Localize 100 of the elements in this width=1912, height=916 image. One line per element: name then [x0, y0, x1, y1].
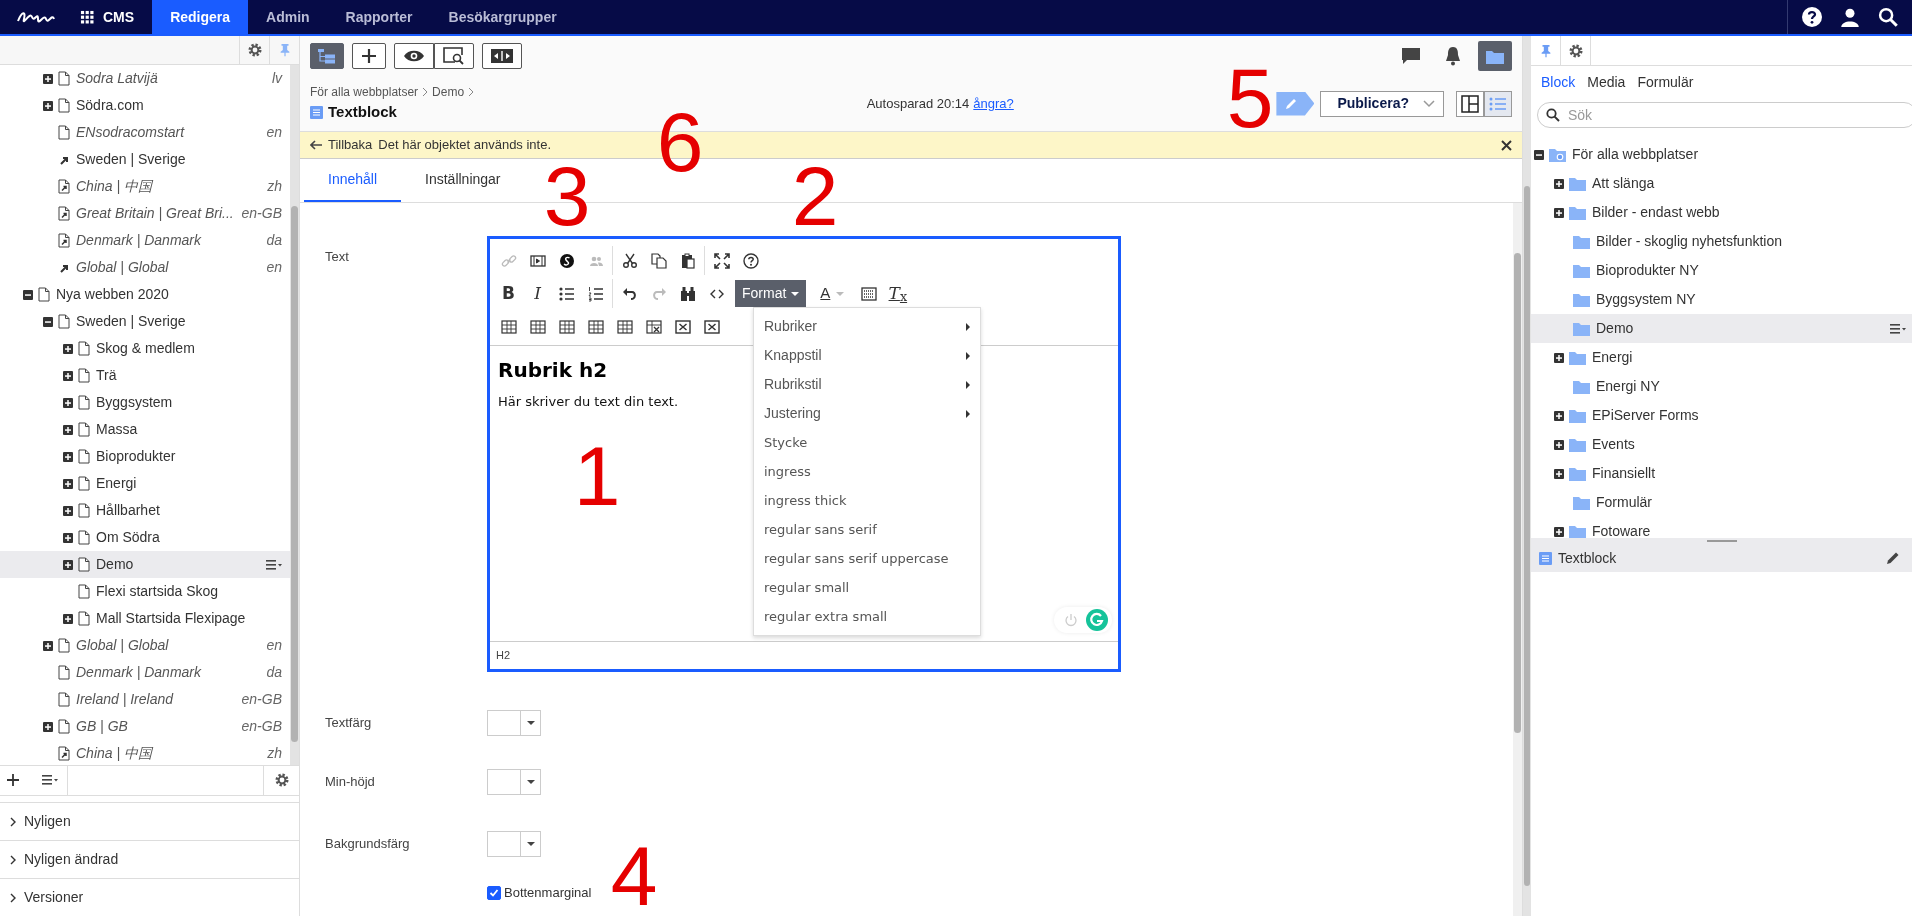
tree-item[interactable]: Denmark | Danmark da [0, 659, 290, 687]
tree-item[interactable]: Hållbarhet [0, 497, 290, 525]
nav-tab[interactable]: Rapporter [327, 0, 431, 34]
menu-item[interactable]: regular sans serif uppercase [754, 544, 980, 573]
expand-icon[interactable] [1553, 525, 1565, 538]
scrollbar[interactable] [1523, 36, 1531, 916]
expand-icon[interactable] [62, 504, 74, 517]
tree-item[interactable]: Trä [0, 362, 290, 390]
color-dropdown[interactable] [487, 769, 541, 795]
tree-item[interactable]: Bioprodukter [0, 443, 290, 471]
expand-icon[interactable] [1553, 438, 1565, 451]
tree-item[interactable]: Demo [1531, 314, 1912, 343]
checkbox[interactable]: Bottenmarginal [487, 883, 592, 903]
color-dropdown[interactable] [487, 831, 541, 857]
menu-item[interactable]: Stycke [754, 428, 980, 457]
panel-tab[interactable]: Media [1587, 71, 1626, 93]
tree-item[interactable]: Byggsystem [0, 389, 290, 417]
tree-toggle-button[interactable] [310, 43, 344, 69]
scrollbar[interactable] [1513, 203, 1522, 916]
splitter-handle[interactable] [1706, 540, 1737, 542]
expand-icon[interactable] [42, 99, 54, 112]
nav-tab[interactable]: Besökargrupper [430, 0, 575, 34]
tree-item[interactable]: Demo [0, 551, 290, 579]
menu-item[interactable]: Knappstil [754, 341, 980, 370]
bold-button[interactable]: B [494, 280, 523, 307]
expand-icon[interactable] [62, 477, 74, 490]
nav-tab[interactable]: Redigera [152, 0, 249, 34]
tree-item[interactable]: Bioprodukter NY [1531, 256, 1912, 285]
menu-item[interactable]: ingress thick [754, 486, 980, 515]
expand-icon[interactable] [42, 72, 54, 85]
tree-item[interactable]: Sodra Latvijä lv [0, 65, 290, 93]
expand-icon[interactable] [62, 396, 74, 409]
tree-item[interactable]: Flexi startsida Skog [0, 578, 290, 606]
add-button[interactable] [352, 43, 386, 69]
tree-item[interactable]: Att slänga [1531, 169, 1912, 198]
text-color-button[interactable]: A [810, 280, 855, 307]
tree-item[interactable]: Södra.com [0, 92, 290, 120]
expand-icon[interactable] [1553, 409, 1565, 422]
tree-item[interactable]: Ireland | Ireland en-GB [0, 686, 290, 714]
tree-item[interactable]: Events [1531, 430, 1912, 459]
layout-view-button[interactable] [1456, 90, 1484, 117]
preview-button[interactable] [434, 43, 474, 69]
nav-tab[interactable]: Admin [248, 0, 328, 34]
tree-item[interactable]: Energi [0, 470, 290, 498]
tree-item[interactable]: Bilder - endast webb [1531, 198, 1912, 227]
tree-item[interactable]: Nya webben 2020 [0, 281, 290, 309]
menu-item[interactable]: Rubriker [754, 312, 980, 341]
tree-item[interactable]: Finansiellt [1531, 459, 1912, 488]
expand-icon[interactable] [62, 369, 74, 382]
expand-icon[interactable] [1553, 177, 1565, 190]
tree-item[interactable]: Byggsystem NY [1531, 285, 1912, 314]
expand-icon[interactable] [1553, 206, 1565, 219]
expand-icon[interactable] [62, 423, 74, 436]
tree-item[interactable]: Fotoware [1531, 517, 1912, 538]
compare-button[interactable] [482, 43, 522, 69]
tree-item[interactable]: Energi [1531, 343, 1912, 372]
back-link[interactable]: Tillbaka [328, 135, 373, 155]
breadcrumb-link[interactable]: För alla webbplatser [310, 83, 419, 102]
menu-item[interactable]: Rubrikstil [754, 370, 980, 399]
tree-item[interactable]: China | 中国 zh [0, 740, 290, 765]
edit-button[interactable] [1886, 551, 1900, 565]
menu-item[interactable]: regular sans serif [754, 515, 980, 544]
tree-item[interactable]: Sweden | Sverige [0, 308, 290, 336]
tree-item[interactable]: Energi NY [1531, 372, 1912, 401]
content-tab[interactable]: Innehåll [304, 169, 402, 202]
expand-icon[interactable] [62, 612, 74, 625]
clear-formatting-button[interactable]: T$_{x}$ [883, 280, 913, 307]
view-button[interactable] [394, 43, 434, 69]
breadcrumb-link[interactable]: Demo [432, 83, 465, 102]
apps-button[interactable]: CMS [62, 0, 153, 34]
content-item[interactable]: Textblock [1531, 544, 1912, 572]
rich-text-editor[interactable] [487, 236, 1121, 672]
tree-item[interactable]: EPiServer Forms [1531, 401, 1912, 430]
panel-tab[interactable]: Formulär [1637, 71, 1694, 93]
scrollbar[interactable] [290, 65, 299, 765]
tree-item[interactable]: Denmark | Danmark da [0, 227, 290, 255]
expand-icon[interactable] [42, 639, 54, 652]
tree-item[interactable]: Bilder - skoglig nyhetsfunktion [1531, 227, 1912, 256]
tree-item[interactable]: Formulär [1531, 488, 1912, 517]
expand-icon[interactable] [62, 450, 74, 463]
color-dropdown[interactable] [487, 710, 541, 736]
help-button[interactable] [1802, 7, 1822, 27]
tree-item[interactable]: ENsodracomstart en [0, 119, 290, 147]
user-button[interactable] [1840, 7, 1860, 27]
menu-item[interactable]: Justering [754, 399, 980, 428]
panel-tab[interactable]: Block [1541, 71, 1576, 93]
tree-item[interactable]: Great Britain | Great Bri... en-GB [0, 200, 290, 228]
collapse-icon[interactable] [22, 288, 34, 301]
search-button[interactable] [1878, 7, 1898, 27]
expand-icon[interactable] [1553, 467, 1565, 480]
format-dropdown-button[interactable]: Format [735, 280, 807, 307]
tree-item[interactable]: För alla webbplatser [1531, 140, 1912, 169]
content-tab[interactable]: Inställningar [401, 169, 525, 202]
tree-item[interactable]: Global | Global en [0, 632, 290, 660]
publish-dropdown[interactable]: Publicera? [1320, 90, 1444, 117]
menu-item[interactable]: regular extra small [754, 602, 980, 631]
collapse-icon[interactable] [42, 315, 54, 328]
expand-icon[interactable] [62, 531, 74, 544]
expand-icon[interactable] [1553, 351, 1565, 364]
italic-button[interactable]: I [523, 280, 552, 307]
